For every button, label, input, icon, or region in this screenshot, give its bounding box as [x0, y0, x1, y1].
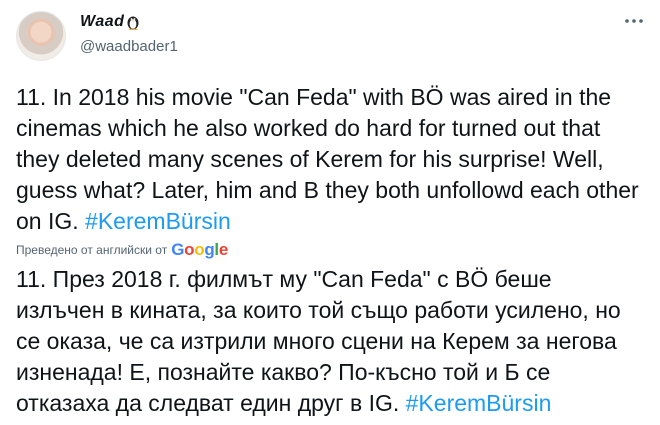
avatar[interactable]: [16, 11, 66, 61]
more-options-icon[interactable]: [622, 11, 646, 31]
tweet-text: 11. In 2018 his movie "Can Feda" with BÖ…: [16, 82, 646, 237]
translated-hashtag-link[interactable]: #KeremBürsin: [406, 390, 552, 416]
name-row: Waad: [80, 13, 140, 31]
hashtag-link[interactable]: #KeremBürsin: [85, 208, 231, 234]
translated-by-label: Преведено от английски от Google: [16, 240, 228, 260]
user-handle[interactable]: @waadbader1: [80, 38, 178, 55]
translated-text: 11. През 2018 г. филмът му "Can Feda" с …: [16, 264, 646, 419]
google-logo[interactable]: Google: [171, 240, 228, 260]
tweet-header: Waad @waadbader1: [16, 9, 646, 61]
penguin-emoji-icon: [127, 16, 139, 30]
display-name[interactable]: Waad: [80, 13, 124, 31]
translated-by-text: Преведено от английски от: [16, 243, 168, 257]
